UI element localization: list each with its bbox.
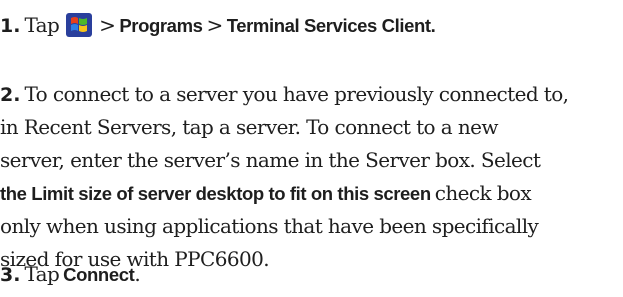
step-text-line: To connect to a server you have previous… (24, 82, 569, 106)
step-text-line: server, enter the server’s name in the S… (0, 148, 541, 172)
checkbox-option-name: the Limit size of server desktop to fit … (0, 183, 431, 204)
connect-button-name: Connect (63, 264, 135, 285)
windows-start-icon (65, 12, 93, 38)
step-number: 1. (0, 15, 21, 37)
step-number: 2. (0, 84, 21, 106)
separator: > (206, 13, 224, 37)
step-text: Tap (24, 13, 60, 37)
step-1: 1. Tap > Programs > Terminal Services Cl… (0, 10, 436, 43)
step-2: 2. To connect to a server you have previ… (0, 79, 569, 277)
step-text: . (134, 262, 141, 286)
menu-programs: Programs (119, 15, 203, 36)
step-text-line: only when using applications that have b… (0, 214, 539, 238)
step-text-line: check box (434, 181, 532, 205)
separator: > (99, 13, 116, 37)
menu-terminal-services: Terminal Services Client. (226, 15, 436, 36)
step-3: 3. Tap Connect. (0, 259, 141, 292)
step-text: Tap (24, 262, 60, 286)
step-number: 3. (0, 264, 21, 286)
step-text-line: in Recent Servers, tap a server. To conn… (0, 115, 498, 139)
